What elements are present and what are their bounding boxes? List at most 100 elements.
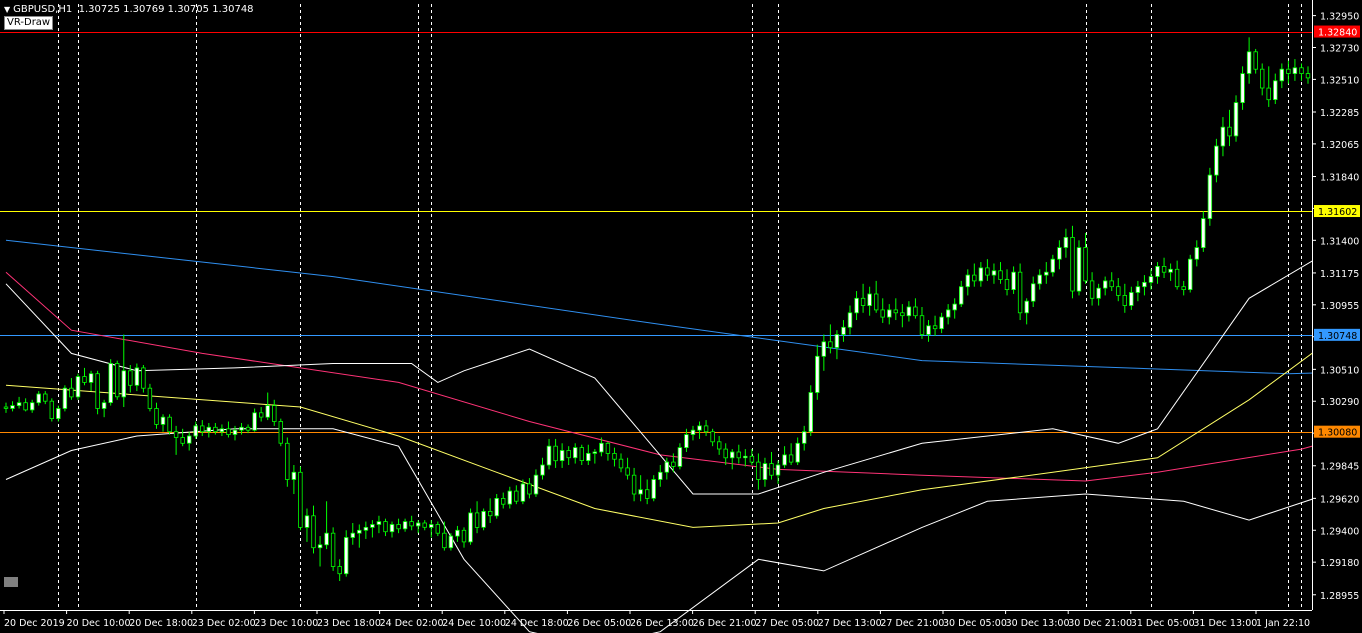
candle: [730, 449, 735, 470]
candle: [1201, 211, 1206, 252]
collapse-triangle-icon[interactable]: ▼: [4, 5, 10, 14]
candle-body: [141, 367, 146, 389]
candle: [167, 414, 172, 435]
candle-body: [998, 270, 1003, 280]
candle: [618, 453, 624, 473]
candle-body: [874, 293, 879, 311]
candle-body: [455, 529, 460, 537]
price-tick-label: 1.32730: [1320, 43, 1359, 54]
candle: [219, 424, 225, 437]
candle-body: [1044, 271, 1049, 276]
candle: [1260, 63, 1265, 96]
candle-body: [1083, 247, 1088, 282]
candle: [533, 469, 539, 497]
candle-body: [402, 521, 408, 530]
candle-body: [337, 566, 342, 575]
candle: [69, 378, 74, 400]
candle: [115, 360, 120, 400]
candle-body: [1207, 174, 1213, 220]
candle-body: [579, 447, 584, 462]
chart-window[interactable]: 1.32950 1.32730 1.32510 1.32285 1.32065 1.318…: [0, 0, 1362, 633]
candle-body: [1240, 73, 1245, 103]
time-tick-label: 26 Dec 21:00: [693, 618, 757, 629]
price-tick-label: 1.29845: [1320, 462, 1359, 473]
candle-body: [599, 442, 604, 453]
chart-shift-button[interactable]: [4, 577, 18, 587]
candle-body: [468, 512, 473, 543]
candle: [1116, 278, 1121, 302]
candle: [553, 438, 558, 468]
candle-body: [1174, 268, 1180, 288]
time-tick-label: 27 Dec 13:00: [818, 618, 882, 629]
price-tick-label: 1.29620: [1320, 494, 1359, 505]
candle-body: [43, 393, 48, 402]
candle-body: [461, 529, 467, 543]
candle-body: [965, 274, 970, 288]
candle: [769, 451, 774, 480]
candle-body: [841, 326, 846, 335]
candle: [160, 414, 166, 432]
candle: [1279, 63, 1284, 89]
candle: [337, 559, 342, 582]
candle: [900, 304, 905, 328]
price-tick-label: 1.29400: [1320, 526, 1359, 537]
candle-body: [226, 428, 231, 435]
candle-body: [697, 425, 702, 431]
candle: [959, 280, 964, 307]
time-tick-label: 30 Dec 13:00: [1006, 618, 1070, 629]
candle-body: [586, 452, 591, 461]
time-tick-label: 26 Dec 05:00: [567, 618, 631, 629]
candle: [788, 443, 794, 466]
candle: [154, 402, 159, 429]
candle-body: [422, 522, 427, 528]
candle-body: [396, 524, 401, 530]
candle: [566, 446, 571, 466]
indicator-label[interactable]: VR-Draw: [4, 16, 54, 30]
time-tick-label: 26 Dec 13:00: [630, 618, 694, 629]
candle-body: [972, 274, 977, 282]
candle-body: [115, 363, 120, 398]
candle: [1037, 269, 1042, 290]
candle-body: [638, 489, 643, 495]
candle: [743, 449, 748, 467]
candle-body: [553, 445, 558, 462]
candle-body: [311, 515, 316, 549]
candle-body: [213, 426, 218, 432]
candle: [559, 443, 565, 468]
candle: [697, 421, 702, 439]
price-chart[interactable]: 1.32950 1.32730 1.32510 1.32285 1.32065 1.318…: [0, 0, 1362, 633]
candle-body: [108, 363, 113, 403]
candle: [278, 418, 283, 447]
candle: [232, 425, 238, 441]
candle: [10, 401, 15, 412]
candle-body: [291, 471, 297, 480]
candle: [631, 467, 637, 502]
candle: [985, 259, 990, 281]
candle-body: [566, 450, 571, 459]
candle-body: [906, 306, 912, 317]
candle: [854, 291, 859, 321]
candle: [1011, 266, 1016, 294]
candle-body: [147, 387, 153, 409]
symbol-name: GBPUSD,H1: [13, 4, 73, 15]
candle-body: [946, 309, 951, 318]
candle-body: [252, 412, 257, 431]
candle-body: [487, 510, 493, 517]
candle-body: [1070, 236, 1075, 292]
candle-body: [514, 490, 519, 502]
candle: [1017, 263, 1023, 321]
candle: [802, 425, 807, 451]
candle: [304, 508, 310, 542]
candle: [834, 330, 840, 360]
candle-body: [200, 425, 205, 433]
candle: [56, 405, 61, 422]
candle: [311, 505, 316, 554]
candle-body: [605, 442, 611, 454]
candle-body: [370, 524, 375, 528]
candle-body: [1194, 247, 1199, 260]
candle-body: [265, 405, 270, 418]
candle-body: [775, 464, 781, 476]
candle: [913, 298, 918, 319]
candle-body: [23, 402, 28, 411]
candle: [1024, 298, 1029, 325]
